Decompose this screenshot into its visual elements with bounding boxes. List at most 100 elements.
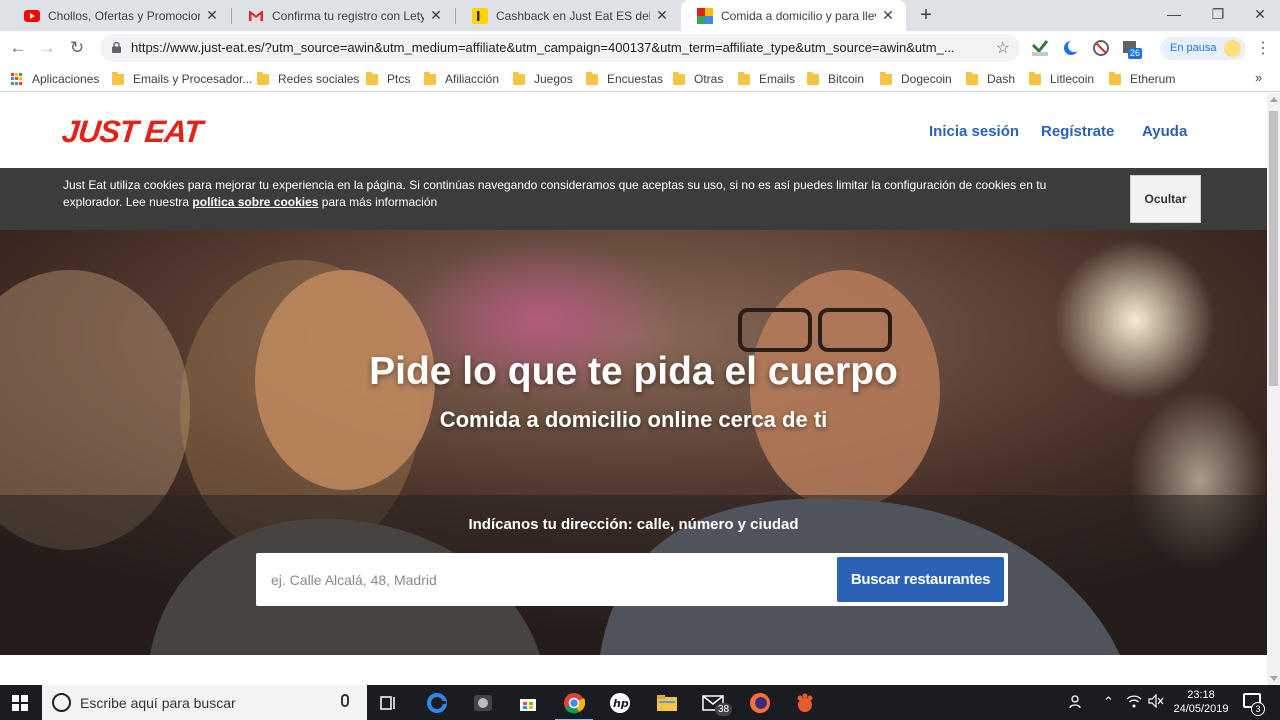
login-link[interactable]: Inicia sesión: [929, 123, 1019, 140]
close-tab-icon[interactable]: ✕: [428, 7, 444, 24]
folder-icon: [366, 71, 378, 85]
tab-just-eat[interactable]: Comida a domicilio y para llevar ✕: [681, 0, 906, 31]
profile-paused-button[interactable]: En pausa: [1160, 37, 1246, 60]
folder-icon: [586, 71, 598, 85]
file-explorer-icon[interactable]: [654, 690, 680, 716]
just-eat-favicon: [697, 7, 713, 24]
bookmark-label: Otras: [694, 72, 724, 86]
bookmarks-overflow-icon[interactable]: »: [1255, 70, 1262, 85]
tab-gmail[interactable]: Confirma tu registro con Letysho ✕: [232, 0, 454, 31]
forward-icon[interactable]: →: [35, 36, 59, 60]
bookmark-label: Redes sociales: [278, 72, 360, 86]
calendar-extension-icon[interactable]: 26: [1122, 39, 1143, 59]
tab-cashback[interactable]: l Cashback en Just Eat ES del servi ✕: [456, 0, 680, 31]
reload-icon[interactable]: ↻: [65, 36, 89, 60]
bookmark-item[interactable]: Aplicaciones: [11, 71, 99, 87]
scroll-down-icon[interactable]: [1270, 676, 1278, 681]
minimize-button[interactable]: —: [1152, 0, 1196, 28]
bookmark-folder[interactable]: Etherum: [1109, 71, 1175, 87]
address-search-panel: Indícanos tu dirección: calle, número y …: [0, 495, 1267, 655]
cashback-extension-icon[interactable]: [1031, 39, 1049, 57]
address-input[interactable]: [256, 553, 834, 606]
page-below-fold: [0, 655, 1267, 685]
tab-chollos[interactable]: Chollos, Ofertas y Promociones - ✕: [8, 0, 230, 31]
maximize-button[interactable]: ❐: [1196, 0, 1240, 28]
tab-title: Confirma tu registro con Letysho: [272, 8, 424, 23]
folder-icon: [673, 71, 685, 85]
bookmark-folder[interactable]: Dogecoin: [880, 71, 952, 87]
microphone-icon[interactable]: [341, 694, 349, 707]
scrollbar-thumb[interactable]: [1269, 111, 1278, 386]
bookmark-folder[interactable]: Litlecoin: [1029, 71, 1094, 87]
bookmark-label: Ptcs: [387, 72, 411, 86]
search-restaurants-button[interactable]: Buscar restaurantes: [837, 557, 1004, 602]
svg-text:hp: hp: [613, 697, 629, 710]
bookmark-folder[interactable]: Ptcs: [366, 71, 410, 87]
back-icon[interactable]: ←: [6, 36, 30, 60]
site-header: JUST EAT Inicia sesión Regístrate Ayuda: [0, 93, 1267, 168]
chrome-icon[interactable]: [555, 690, 593, 720]
edge-icon[interactable]: [424, 690, 450, 716]
cookie-text-end: para más información: [318, 195, 438, 209]
chevron-up-icon[interactable]: ⌃: [1103, 694, 1114, 710]
close-tab-icon[interactable]: ✕: [654, 7, 670, 24]
wifi-icon[interactable]: [1126, 694, 1142, 711]
firefox-icon[interactable]: [747, 690, 773, 716]
volume-icon[interactable]: [1148, 693, 1164, 711]
page-scrollbar[interactable]: [1267, 93, 1280, 685]
bookmark-label: Encuestas: [607, 72, 664, 86]
extension-badge: 26: [1128, 48, 1143, 59]
bookmark-folder[interactable]: Redes sociales: [257, 71, 359, 87]
help-link[interactable]: Ayuda: [1142, 123, 1187, 140]
bookmark-folder[interactable]: Encuestas: [586, 71, 663, 87]
bookmark-label: Emails: [759, 72, 796, 86]
hide-cookie-button[interactable]: Ocultar: [1130, 175, 1201, 223]
scroll-up-icon[interactable]: [1270, 97, 1278, 102]
youtube-icon: [24, 8, 40, 24]
app-paw-icon[interactable]: [792, 690, 818, 716]
start-button[interactable]: [0, 685, 40, 720]
mail-icon[interactable]: 38: [700, 690, 733, 716]
hp-icon[interactable]: hp: [607, 690, 633, 716]
bookmarks-bar: Aplicaciones Emails y Procesador... Rede…: [0, 65, 1280, 92]
new-tab-button[interactable]: +: [915, 4, 937, 26]
moon-extension-icon[interactable]: [1062, 39, 1080, 57]
just-eat-logo[interactable]: JUST EAT: [60, 114, 203, 150]
people-icon[interactable]: [1069, 694, 1085, 713]
folder-icon: [1109, 71, 1121, 85]
system-clock[interactable]: 23:18 24/05/2019: [1170, 688, 1232, 716]
store-icon[interactable]: [515, 690, 541, 716]
bookmark-folder[interactable]: Afiliacción: [424, 71, 499, 87]
bookmark-label: Etherum: [1130, 72, 1176, 86]
close-window-button[interactable]: ✕: [1238, 0, 1280, 28]
bookmark-folder[interactable]: Emails: [738, 71, 795, 87]
hero-title: Pide lo que te pida el cuerpo: [369, 350, 898, 393]
close-tab-icon[interactable]: ✕: [204, 7, 220, 24]
media-app-icon[interactable]: [470, 690, 496, 716]
task-view-icon[interactable]: [376, 690, 402, 716]
clock-date: 24/05/2019: [1173, 703, 1229, 715]
block-extension-icon[interactable]: [1092, 39, 1110, 57]
address-bar[interactable]: https://www.just-eat.es/?utm_source=awin…: [100, 34, 1020, 62]
taskbar-search-box[interactable]: Escribe aquí para buscar: [42, 685, 367, 720]
bookmark-folder[interactable]: Juegos: [513, 71, 573, 87]
bookmark-label: Dash: [987, 72, 1016, 86]
taskbar-search-placeholder: Escribe aquí para buscar: [80, 695, 236, 711]
address-search-label: Indícanos tu dirección: calle, número y …: [468, 516, 799, 533]
close-tab-icon[interactable]: ✕: [880, 7, 896, 24]
bookmark-folder[interactable]: Dash: [966, 71, 1015, 87]
register-link[interactable]: Regístrate: [1041, 123, 1114, 140]
bookmark-folder[interactable]: Emails y Procesador...: [112, 71, 252, 87]
hero-subtitle: Comida a domicilio online cerca de ti: [439, 407, 828, 432]
cookie-policy-link[interactable]: política sobre cookies: [192, 195, 318, 209]
bookmark-star-icon[interactable]: ☆: [996, 38, 1010, 58]
bookmark-label: Dogecoin: [901, 72, 952, 86]
bookmark-folder[interactable]: Otras: [673, 71, 723, 87]
profile-pill-label: En pausa: [1170, 42, 1217, 54]
lock-icon: [112, 42, 121, 53]
tab-title: Chollos, Ofertas y Promociones -: [48, 8, 200, 23]
chrome-menu-icon[interactable]: ⋮: [1255, 38, 1271, 58]
folder-icon: [1029, 71, 1041, 85]
bookmark-folder[interactable]: Bitcoin: [807, 71, 864, 87]
cookie-banner: Just Eat utiliza cookies para mejorar tu…: [0, 168, 1267, 230]
